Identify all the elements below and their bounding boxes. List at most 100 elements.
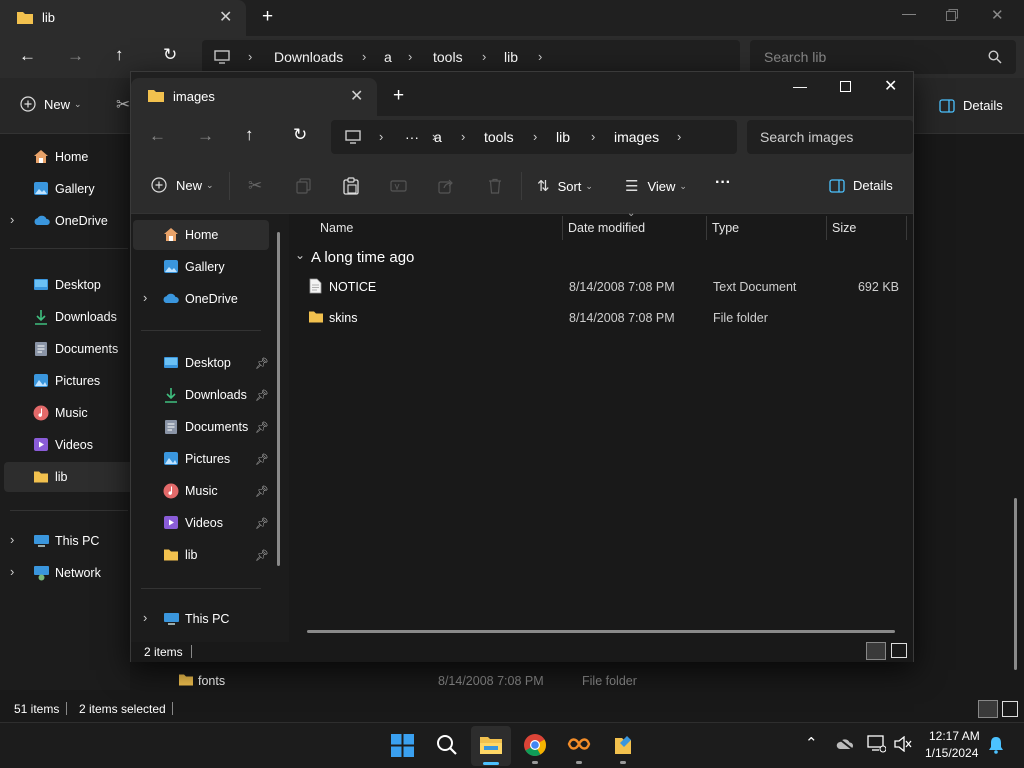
front-details-button[interactable]: Details: [829, 178, 893, 193]
view-button[interactable]: ☰ View ⌄: [625, 177, 687, 195]
crumb-a[interactable]: a: [384, 40, 392, 74]
back-nav-onedrive[interactable]: › OneDrive: [0, 206, 130, 236]
tiles-view-button[interactable]: [891, 643, 907, 658]
maximize-icon[interactable]: [840, 81, 851, 92]
back-details-button[interactable]: Details: [939, 98, 1003, 113]
crumb-overflow[interactable]: ···: [405, 120, 419, 154]
cut-icon[interactable]: ✂: [116, 95, 130, 115]
refresh-icon[interactable]: ↻: [293, 125, 307, 145]
back-nav-documents[interactable]: Documents: [0, 334, 130, 364]
horizontal-scrollbar[interactable]: [307, 630, 895, 633]
back-nav-downloads[interactable]: Downloads: [0, 302, 130, 332]
close-tab-icon[interactable]: ✕: [350, 86, 363, 106]
back-nav-network[interactable]: › Network: [0, 558, 130, 588]
forward-arrow-icon[interactable]: →: [197, 126, 214, 146]
back-nav-music[interactable]: Music: [0, 398, 130, 428]
new-tab-icon[interactable]: +: [262, 6, 273, 28]
chevron-right-icon[interactable]: ›: [143, 290, 147, 305]
front-nav-gallery[interactable]: Gallery: [131, 252, 281, 282]
app-infinity-icon[interactable]: [567, 736, 591, 752]
chevron-right-icon[interactable]: ›: [143, 610, 147, 625]
pin-icon[interactable]: 📌︎: [255, 485, 269, 498]
details-view-button[interactable]: [978, 700, 998, 718]
pin-icon[interactable]: 📌︎: [255, 421, 269, 434]
up-arrow-icon[interactable]: ↑: [115, 45, 124, 65]
back-nav-home[interactable]: Home: [0, 142, 130, 172]
restore-icon[interactable]: [946, 9, 958, 21]
front-nav-documents[interactable]: Documents 📌︎: [131, 412, 281, 442]
more-options-icon[interactable]: ···: [715, 174, 731, 192]
windows-start-icon[interactable]: [391, 734, 414, 757]
back-nav-gallery[interactable]: Gallery: [0, 174, 130, 204]
front-breadcrumb[interactable]: › ··· › a › tools › lib › images ›: [331, 120, 737, 154]
forward-arrow-icon[interactable]: →: [67, 46, 84, 66]
crumb-lib[interactable]: lib: [556, 120, 570, 154]
file-explorer-taskbar-button[interactable]: [471, 726, 511, 766]
chevron-right-icon[interactable]: ›: [10, 532, 14, 547]
back-new-button[interactable]: New ⌄: [20, 96, 82, 112]
front-nav-this-pc[interactable]: › This PC: [131, 604, 281, 634]
pin-icon[interactable]: 📌︎: [255, 549, 269, 562]
column-separator[interactable]: [906, 216, 907, 240]
front-nav-downloads[interactable]: Downloads 📌︎: [131, 380, 281, 410]
close-window-icon[interactable]: ✕: [884, 76, 897, 96]
chevron-right-icon[interactable]: ›: [10, 212, 14, 227]
front-nav-pictures[interactable]: Pictures 📌︎: [131, 444, 281, 474]
details-view-button[interactable]: [866, 642, 886, 660]
minimize-icon[interactable]: —: [902, 5, 916, 21]
chevron-right-icon[interactable]: ›: [10, 564, 14, 579]
front-tab-images[interactable]: images ✕: [131, 78, 377, 116]
share-icon[interactable]: [438, 178, 454, 194]
table-row[interactable]: NOTICE 8/14/2008 7:08 PM Text Document 6…: [301, 273, 905, 301]
back-nav-pictures[interactable]: Pictures: [0, 366, 130, 396]
column-header-size[interactable]: Size: [832, 214, 856, 242]
close-tab-icon[interactable]: ✕: [219, 7, 232, 27]
back-file-row-fonts[interactable]: fonts 8/14/2008 7:08 PM File folder: [160, 668, 860, 694]
sort-button[interactable]: ⇅ Sort ⌄: [537, 177, 593, 195]
close-window-icon[interactable]: ✕: [991, 6, 1004, 24]
column-header-name[interactable]: Name: [320, 214, 353, 242]
cloud-offline-icon[interactable]: [836, 737, 854, 750]
tiles-view-button[interactable]: [1002, 701, 1018, 717]
front-nav-music[interactable]: Music 📌︎: [131, 476, 281, 506]
front-new-button[interactable]: New ⌄: [151, 177, 214, 193]
delete-icon[interactable]: [488, 178, 502, 194]
back-tab-lib[interactable]: lib ✕: [0, 0, 246, 36]
crumb-downloads[interactable]: Downloads: [274, 40, 343, 74]
back-nav-lib[interactable]: lib: [4, 462, 130, 492]
group-header[interactable]: ⌄ A long time ago: [293, 246, 593, 270]
column-header-date[interactable]: Date modified: [568, 214, 645, 242]
back-search-input[interactable]: Search lib: [750, 40, 1016, 74]
volume-muted-icon[interactable]: [894, 736, 912, 752]
back-vertical-scrollbar[interactable]: [1014, 498, 1017, 670]
column-separator[interactable]: [826, 216, 827, 240]
front-nav-desktop[interactable]: Desktop 📌︎: [131, 348, 281, 378]
crumb-a[interactable]: a: [434, 120, 442, 154]
front-nav-lib[interactable]: lib 📌︎: [131, 540, 281, 570]
front-search-input[interactable]: Search images: [747, 120, 913, 154]
rename-icon[interactable]: [390, 178, 407, 194]
pin-icon[interactable]: 📌︎: [255, 517, 269, 530]
search-icon[interactable]: [436, 734, 458, 756]
network-monitor-icon[interactable]: [867, 735, 886, 753]
crumb-lib[interactable]: lib: [504, 40, 518, 74]
crumb-images[interactable]: images: [614, 120, 659, 154]
front-nav-onedrive[interactable]: › OneDrive: [131, 284, 281, 314]
back-arrow-icon[interactable]: ←: [19, 46, 36, 66]
column-header-type[interactable]: Type: [712, 214, 739, 242]
crumb-tools[interactable]: tools: [484, 120, 514, 154]
refresh-icon[interactable]: ↻: [163, 45, 177, 65]
notification-bell-icon[interactable]: [988, 736, 1004, 754]
table-row[interactable]: skins 8/14/2008 7:08 PM File folder: [301, 304, 905, 332]
copy-icon[interactable]: [296, 178, 311, 194]
back-nav-desktop[interactable]: Desktop: [0, 270, 130, 300]
back-arrow-icon[interactable]: ←: [149, 126, 166, 146]
back-nav-this-pc[interactable]: › This PC: [0, 526, 130, 556]
minimize-icon[interactable]: —: [793, 78, 807, 94]
new-tab-icon[interactable]: +: [393, 85, 404, 107]
nav-pane-scrollbar[interactable]: [277, 232, 280, 566]
column-separator[interactable]: [706, 216, 707, 240]
back-breadcrumb[interactable]: › Downloads › a › tools › lib ›: [202, 40, 740, 74]
pin-icon[interactable]: 📌︎: [255, 357, 269, 370]
pin-icon[interactable]: 📌︎: [255, 453, 269, 466]
